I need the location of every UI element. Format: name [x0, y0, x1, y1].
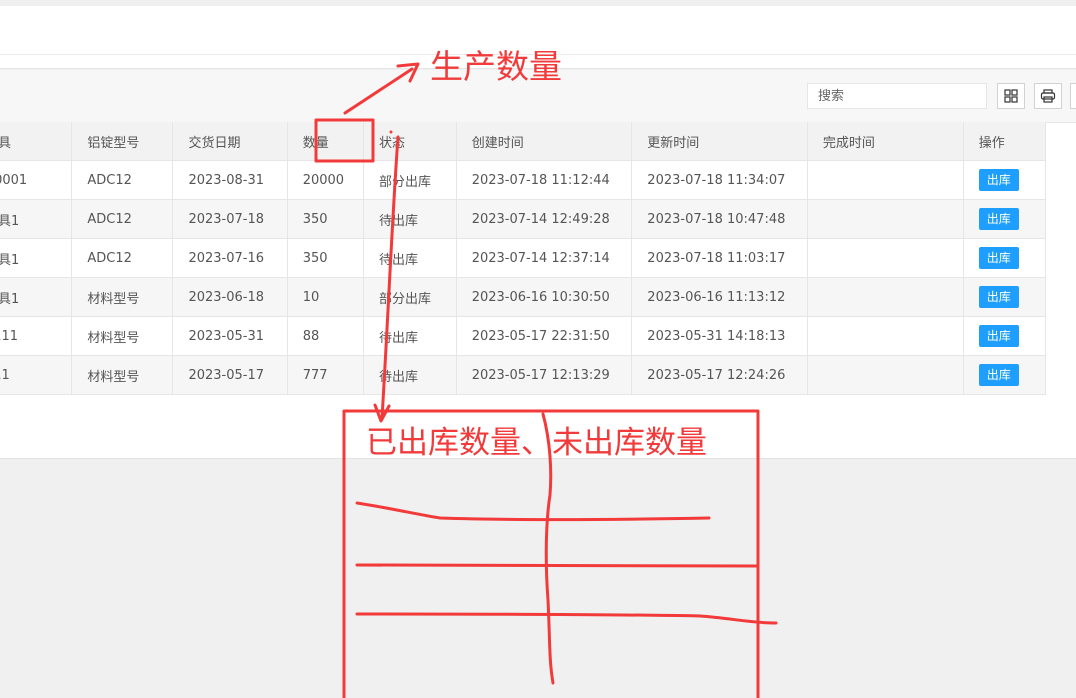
col-header-completed[interactable]: 完成时间 [807, 122, 964, 161]
cell-quantity: 350 [287, 199, 365, 239]
export-button[interactable] [1070, 83, 1076, 109]
cell-updated: 2023-07-18 11:34:07 [631, 160, 808, 200]
cell-completed [807, 199, 964, 239]
col-header-ingot-model[interactable]: 铝锭型号 [71, 122, 174, 161]
col-header-mold[interactable]: 模具 [0, 122, 73, 161]
cell-updated: 2023-07-18 10:47:48 [631, 199, 808, 239]
cell-completed [807, 355, 964, 395]
col-header-quantity[interactable]: 数量 [287, 122, 365, 161]
col-header-updated[interactable]: 更新时间 [631, 122, 808, 161]
cell-ingot-model: ADC12 [71, 238, 174, 278]
cell-created: 2023-07-14 12:37:14 [456, 238, 633, 278]
cell-ingot-model: 材料型号 [71, 277, 174, 317]
col-header-actions[interactable]: 操作 [963, 122, 1047, 161]
cell-updated: 2023-07-18 11:03:17 [631, 238, 808, 278]
cell-completed [807, 238, 964, 278]
cell-mold: C0001 [0, 160, 73, 200]
cell-quantity: 350 [287, 238, 365, 278]
cell-created: 2023-06-16 10:30:50 [456, 277, 633, 317]
cell-mold: 模具1 [0, 238, 73, 278]
sketch-line-1 [355, 501, 711, 521]
col-header-status[interactable]: 状态 [363, 122, 457, 161]
cell-status: 待出库 [363, 199, 457, 239]
cell-delivery-date: 2023-05-17 [172, 355, 288, 395]
table-row[interactable]: 模具1ADC122023-07-16350待出库2023-07-14 12:37… [0, 238, 1047, 278]
cell-quantity: 20000 [287, 160, 365, 200]
data-table: 模具 铝锭型号 交货日期 数量 状态 创建时间 更新时间 完成时间 操作 C00… [0, 122, 1047, 395]
print-icon [1040, 89, 1056, 103]
sketch-line-2 [355, 563, 759, 568]
search-input[interactable] [807, 83, 987, 109]
sketch-line-3 [355, 612, 778, 625]
cell-updated: 2023-05-17 12:24:26 [631, 355, 808, 395]
cell-mold: 模具1 [0, 277, 73, 317]
columns-button[interactable] [997, 83, 1025, 109]
grid-columns-icon [1004, 89, 1018, 103]
cell-created: 2023-05-17 22:31:50 [456, 316, 633, 356]
cell-actions: 出库 [963, 199, 1047, 239]
cell-created: 2023-07-14 12:49:28 [456, 199, 633, 239]
cell-completed [807, 277, 964, 317]
col-header-created[interactable]: 创建时间 [456, 122, 633, 161]
cell-ingot-model: 材料型号 [71, 316, 174, 356]
cell-created: 2023-05-17 12:13:29 [456, 355, 633, 395]
cell-completed [807, 160, 964, 200]
stock-out-button[interactable]: 出库 [978, 247, 1019, 269]
cell-updated: 2023-06-16 11:13:12 [631, 277, 808, 317]
cell-ingot-model: ADC12 [71, 199, 174, 239]
stock-out-button[interactable]: 出库 [978, 169, 1019, 191]
cell-status: 部分出库 [363, 277, 457, 317]
cell-completed [807, 316, 964, 356]
cell-quantity: 10 [287, 277, 365, 317]
cell-delivery-date: 2023-05-31 [172, 316, 288, 356]
cell-mold: 模具1 [0, 199, 73, 239]
cell-delivery-date: 2023-07-16 [172, 238, 288, 278]
cell-status: 待出库 [363, 316, 457, 356]
cell-status: 待出库 [363, 355, 457, 395]
cell-mold: 111 [0, 355, 73, 395]
col-header-delivery-date[interactable]: 交货日期 [172, 122, 288, 161]
cell-delivery-date: 2023-06-18 [172, 277, 288, 317]
annotation-out-qty: 已出库数量、未出库数量 [366, 425, 707, 461]
cell-actions: 出库 [963, 238, 1047, 278]
cell-ingot-model: 材料型号 [71, 355, 174, 395]
stock-out-button[interactable]: 出库 [978, 208, 1019, 230]
cell-updated: 2023-05-31 14:18:13 [631, 316, 808, 356]
stock-out-button[interactable]: 出库 [978, 286, 1019, 308]
table-panel: 模具 铝锭型号 交货日期 数量 状态 创建时间 更新时间 完成时间 操作 C00… [0, 70, 1076, 459]
table-row[interactable]: C0001ADC122023-08-3120000部分出库2023-07-18 … [0, 160, 1047, 200]
table-row[interactable]: 模具1ADC122023-07-18350待出库2023-07-14 12:49… [0, 199, 1047, 239]
table-row[interactable]: 模具1材料型号2023-06-1810部分出库2023-06-16 10:30:… [0, 277, 1047, 317]
cell-quantity: 777 [287, 355, 365, 395]
table-row[interactable]: 111材料型号2023-05-17777待出库2023-05-17 12:13:… [0, 355, 1047, 395]
cell-status: 待出库 [363, 238, 457, 278]
cell-delivery-date: 2023-07-18 [172, 199, 288, 239]
cell-actions: 出库 [963, 355, 1047, 395]
table-header-row: 模具 铝锭型号 交货日期 数量 状态 创建时间 更新时间 完成时间 操作 [0, 122, 1047, 161]
stock-out-button[interactable]: 出库 [978, 325, 1019, 347]
cell-actions: 出库 [963, 160, 1047, 200]
stock-out-button[interactable]: 出库 [978, 364, 1019, 386]
cell-mold: g111 [0, 316, 73, 356]
print-button[interactable] [1034, 83, 1062, 109]
cell-ingot-model: ADC12 [71, 160, 174, 200]
cell-delivery-date: 2023-08-31 [172, 160, 288, 200]
cell-actions: 出库 [963, 277, 1047, 317]
cell-created: 2023-07-18 11:12:44 [456, 160, 633, 200]
cell-status: 部分出库 [363, 160, 457, 200]
table-row[interactable]: g111材料型号2023-05-3188待出库2023-05-17 22:31:… [0, 316, 1047, 356]
cell-quantity: 88 [287, 316, 365, 356]
cell-actions: 出库 [963, 316, 1047, 356]
annotation-production-qty: 生产数量 [430, 47, 562, 86]
